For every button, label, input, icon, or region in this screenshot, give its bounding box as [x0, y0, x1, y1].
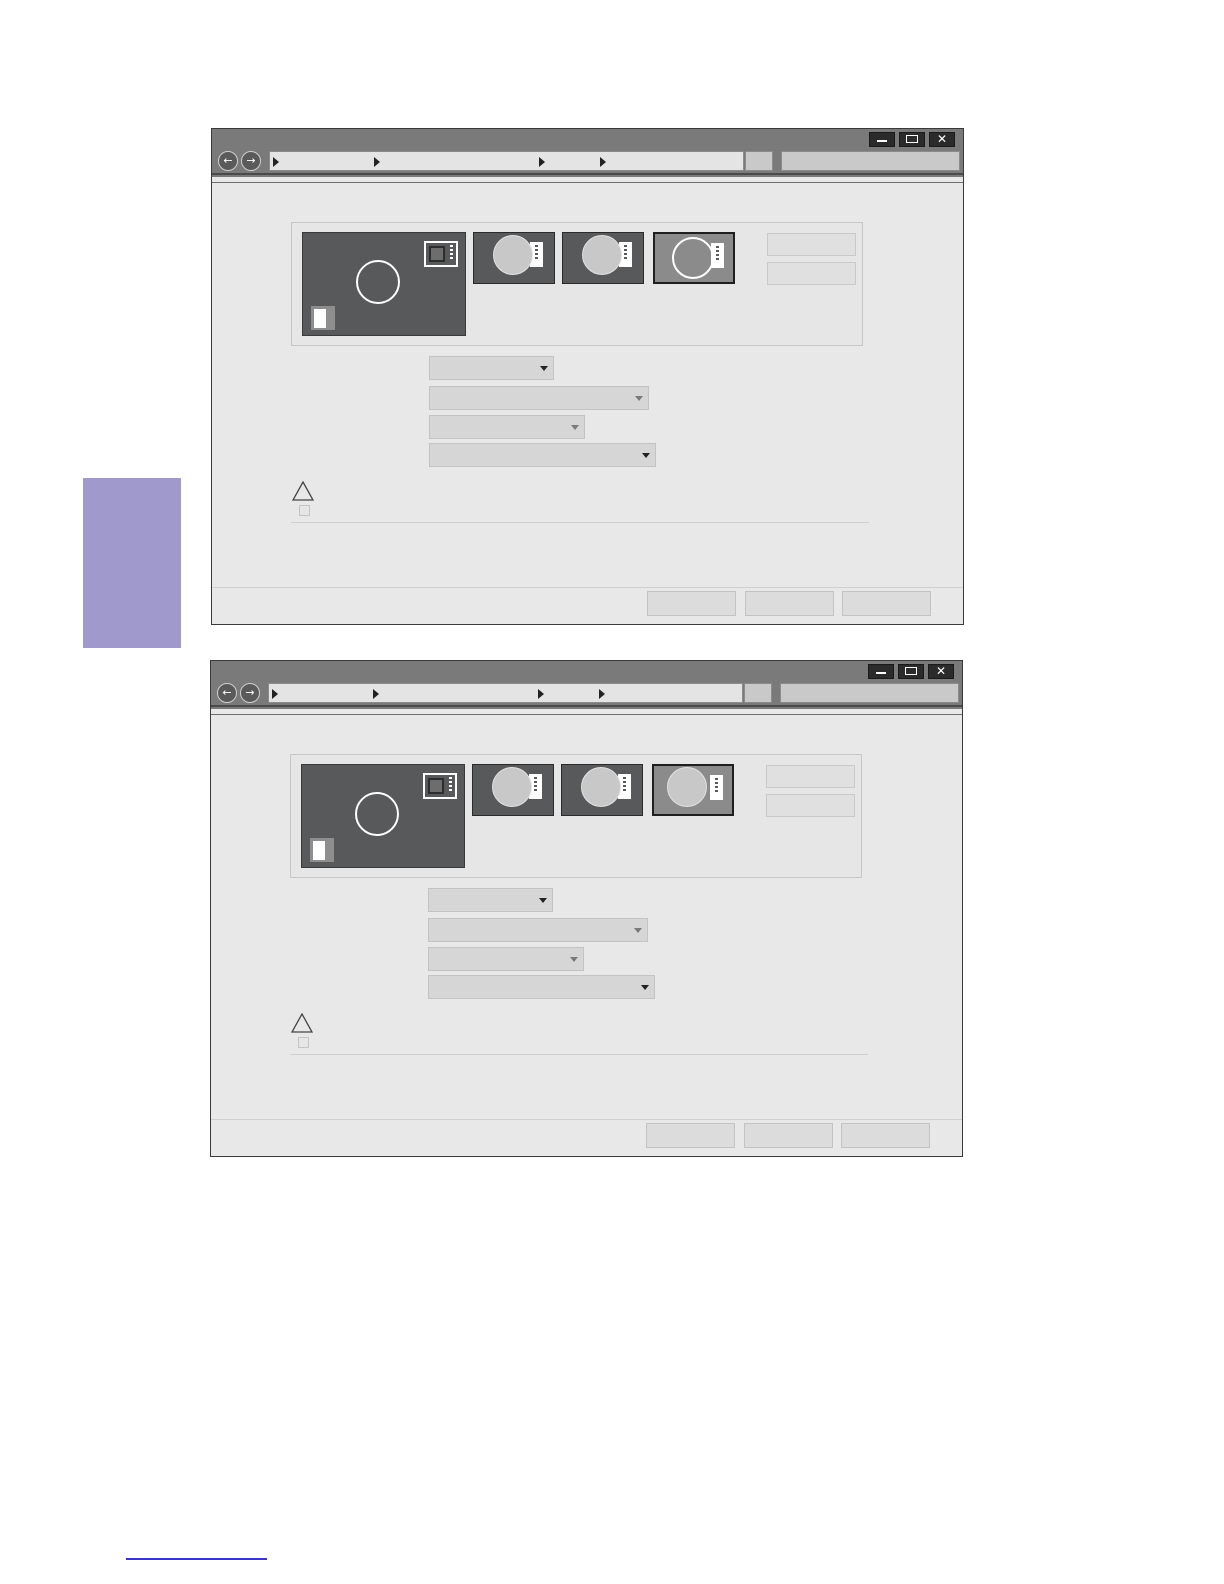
monitor-inset-icon	[424, 241, 458, 267]
monitor-disc-icon	[667, 767, 707, 807]
monitor-ring-icon	[355, 792, 399, 836]
chevron-down-icon	[571, 425, 579, 430]
detect-button[interactable]	[766, 765, 855, 788]
monitor-disc-icon	[672, 237, 714, 279]
apply-button[interactable]	[842, 591, 931, 616]
breadcrumb-arrow-icon	[599, 689, 605, 699]
monitor-option-1[interactable]	[473, 232, 555, 284]
display-arrangement-panel	[291, 222, 863, 346]
detect-button[interactable]	[767, 233, 856, 256]
back-button[interactable]: ←	[217, 683, 237, 703]
warning-icon	[292, 481, 314, 501]
content-rule	[211, 714, 962, 715]
close-button[interactable]: ✕	[929, 132, 955, 147]
main-monitor[interactable]	[301, 764, 465, 868]
display-dropdown[interactable]	[429, 356, 554, 380]
button-bar-rule	[211, 1119, 962, 1120]
maximize-button[interactable]	[898, 664, 924, 679]
monitor-option-3-selected[interactable]	[653, 232, 735, 284]
content-rule	[212, 182, 963, 183]
forward-button[interactable]: →	[240, 683, 260, 703]
chevron-down-icon	[570, 957, 578, 962]
chevron-down-icon	[642, 453, 650, 458]
title-bar-rule	[211, 705, 962, 707]
title-bar: ✕ ← →	[211, 661, 962, 709]
cancel-button[interactable]	[744, 1123, 833, 1148]
multiple-displays-dropdown[interactable]	[429, 443, 656, 467]
warning-icon	[291, 1013, 313, 1033]
monitor-option-2[interactable]	[562, 232, 644, 284]
back-button[interactable]: ←	[218, 151, 238, 171]
cancel-button[interactable]	[745, 591, 834, 616]
monitor-option-3-selected[interactable]	[652, 764, 734, 816]
search-input[interactable]	[780, 683, 959, 703]
refresh-button[interactable]	[745, 151, 773, 171]
address-bar[interactable]	[269, 151, 744, 171]
monitor-ring-icon	[356, 260, 400, 304]
title-bar-rule	[212, 173, 963, 175]
monitor-disc-icon	[582, 235, 622, 275]
chevron-down-icon	[539, 898, 547, 903]
orientation-dropdown[interactable]	[428, 947, 584, 971]
settings-window-2: ✕ ← →	[210, 660, 963, 1157]
identify-button[interactable]	[767, 262, 856, 285]
close-button[interactable]: ✕	[928, 664, 954, 679]
monitor-disc-icon	[492, 767, 532, 807]
section-divider	[291, 522, 869, 523]
button-bar-rule	[212, 587, 963, 588]
address-bar[interactable]	[268, 683, 743, 703]
forward-button[interactable]: →	[241, 151, 261, 171]
breadcrumb-arrow-icon	[538, 689, 544, 699]
monitor-disc-icon	[581, 767, 621, 807]
chapter-side-tab	[83, 478, 181, 648]
monitor-option-2[interactable]	[561, 764, 643, 816]
monitor-badge-icon	[310, 838, 334, 862]
title-bar: ✕ ← →	[212, 129, 963, 177]
chevron-down-icon	[635, 396, 643, 401]
minimize-button[interactable]	[868, 664, 894, 679]
option-checkbox[interactable]	[299, 505, 310, 516]
window-controls: ✕	[868, 664, 954, 679]
chevron-down-icon	[634, 928, 642, 933]
breadcrumb-arrow-icon	[273, 157, 279, 167]
ok-button[interactable]	[647, 591, 736, 616]
settings-window-1: ✕ ← →	[211, 128, 964, 625]
multiple-displays-dropdown[interactable]	[428, 975, 655, 999]
ok-button[interactable]	[646, 1123, 735, 1148]
monitor-badge-icon	[311, 306, 335, 330]
chevron-down-icon	[540, 366, 548, 371]
breadcrumb-arrow-icon	[374, 157, 380, 167]
monitor-option-1[interactable]	[472, 764, 554, 816]
chevron-down-icon	[641, 985, 649, 990]
breadcrumb-arrow-icon	[539, 157, 545, 167]
display-dropdown[interactable]	[428, 888, 553, 912]
footer-rule	[126, 1558, 267, 1560]
display-arrangement-panel	[290, 754, 862, 878]
main-monitor[interactable]	[302, 232, 466, 336]
section-divider	[290, 1054, 868, 1055]
apply-button[interactable]	[841, 1123, 930, 1148]
window-controls: ✕	[869, 132, 955, 147]
refresh-button[interactable]	[744, 683, 772, 703]
resolution-dropdown[interactable]	[429, 386, 649, 410]
monitor-inset-icon	[423, 773, 457, 799]
search-input[interactable]	[781, 151, 960, 171]
resolution-dropdown[interactable]	[428, 918, 648, 942]
breadcrumb-arrow-icon	[373, 689, 379, 699]
minimize-button[interactable]	[869, 132, 895, 147]
breadcrumb-arrow-icon	[600, 157, 606, 167]
identify-button[interactable]	[766, 794, 855, 817]
orientation-dropdown[interactable]	[429, 415, 585, 439]
maximize-button[interactable]	[899, 132, 925, 147]
option-checkbox[interactable]	[298, 1037, 309, 1048]
breadcrumb-arrow-icon	[272, 689, 278, 699]
monitor-disc-icon	[493, 235, 533, 275]
